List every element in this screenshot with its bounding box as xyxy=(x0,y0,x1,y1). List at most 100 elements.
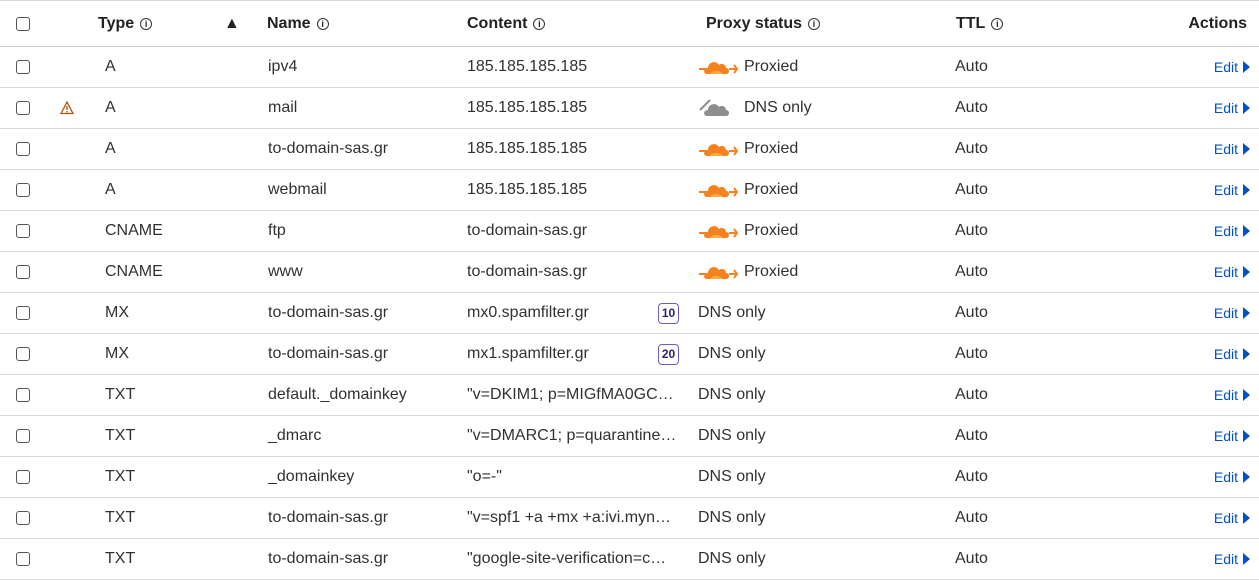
checkbox-box[interactable] xyxy=(16,142,30,156)
checkbox-box[interactable] xyxy=(16,511,30,525)
sort-ascending-icon[interactable]: ▲ xyxy=(224,1,240,46)
record-name: to-domain-sas.gr xyxy=(268,509,389,526)
select-all-checkbox[interactable] xyxy=(16,1,34,46)
chevron-right-icon[interactable] xyxy=(1243,307,1250,319)
edit-button[interactable]: Edit xyxy=(1214,498,1250,538)
row-checkbox[interactable] xyxy=(16,334,34,374)
checkbox-box[interactable] xyxy=(16,347,30,361)
column-header-ttl-label[interactable]: TTL xyxy=(956,15,985,33)
checkbox-box[interactable] xyxy=(16,388,30,402)
table-row[interactable]: MX to-domain-sas.gr mx0.spamfilter.gr 10 DNS… xyxy=(0,293,1259,334)
column-header-name[interactable]: Name i xyxy=(267,1,329,46)
table-row[interactable]: MX to-domain-sas.gr mx1.spamfilter.gr 20 DNS… xyxy=(0,334,1259,375)
edit-button[interactable]: Edit xyxy=(1214,129,1250,169)
edit-button[interactable]: Edit xyxy=(1214,211,1250,251)
edit-button-label[interactable]: Edit xyxy=(1214,510,1238,526)
edit-button-label[interactable]: Edit xyxy=(1214,100,1238,116)
table-row[interactable]: TXT _dmarc "v=DMARC1; p=quarantine… DNS onl… xyxy=(0,416,1259,457)
column-header-type[interactable]: Type i xyxy=(98,1,153,46)
edit-button-label[interactable]: Edit xyxy=(1214,305,1238,321)
edit-button[interactable]: Edit xyxy=(1214,416,1250,456)
chevron-right-icon[interactable] xyxy=(1243,471,1250,483)
row-checkbox[interactable] xyxy=(16,129,34,169)
chevron-right-icon[interactable] xyxy=(1243,102,1250,114)
row-checkbox[interactable] xyxy=(16,88,34,128)
row-checkbox[interactable] xyxy=(16,375,34,415)
info-icon[interactable]: i xyxy=(140,17,153,30)
edit-button[interactable]: Edit xyxy=(1214,375,1250,415)
chevron-right-icon[interactable] xyxy=(1243,389,1250,401)
table-row[interactable]: Ato-domain-sas.gr 185.185.185.185 Proxied A… xyxy=(0,129,1259,170)
checkbox-box[interactable] xyxy=(16,552,30,566)
edit-button-label[interactable]: Edit xyxy=(1214,264,1238,280)
row-checkbox[interactable] xyxy=(16,539,34,579)
row-checkbox[interactable] xyxy=(16,457,34,497)
row-checkbox[interactable] xyxy=(16,47,34,87)
table-row[interactable]: CNAME ftp to-domain-sas.gr Proxied Auto Edit xyxy=(0,211,1259,252)
table-row[interactable]: TXT default._domainkey "v=DKIM1; p=MIGfMA0… xyxy=(0,375,1259,416)
proxy-status: DNS only xyxy=(698,416,766,456)
chevron-right-icon[interactable] xyxy=(1243,143,1250,155)
column-header-ttl[interactable]: TTL i xyxy=(956,1,1004,46)
table-row[interactable]: TXT _domainkey "o=-" DNS only Auto Edit xyxy=(0,457,1259,498)
checkbox-box[interactable] xyxy=(16,224,30,238)
row-checkbox[interactable] xyxy=(16,211,34,251)
checkbox-box[interactable] xyxy=(16,306,30,320)
proxy-status: DNS only xyxy=(698,88,812,128)
column-header-content-label[interactable]: Content xyxy=(467,15,527,33)
edit-button-label[interactable]: Edit xyxy=(1214,346,1238,362)
checkbox-box[interactable] xyxy=(16,16,30,31)
info-icon[interactable]: i xyxy=(316,17,329,30)
column-header-proxy-status-label[interactable]: Proxy status xyxy=(706,15,802,33)
edit-button-label[interactable]: Edit xyxy=(1214,469,1238,485)
edit-button-label[interactable]: Edit xyxy=(1214,551,1238,567)
chevron-right-icon[interactable] xyxy=(1243,61,1250,73)
chevron-right-icon[interactable] xyxy=(1243,225,1250,237)
chevron-right-icon[interactable] xyxy=(1243,266,1250,278)
checkbox-box[interactable] xyxy=(16,101,30,115)
info-icon[interactable]: i xyxy=(991,17,1004,30)
edit-button[interactable]: Edit xyxy=(1214,252,1250,292)
table-row[interactable]: CNAME www to-domain-sas.gr Proxied Auto Edit xyxy=(0,252,1259,293)
chevron-right-icon[interactable] xyxy=(1243,348,1250,360)
chevron-right-icon[interactable] xyxy=(1243,184,1250,196)
edit-button[interactable]: Edit xyxy=(1214,334,1250,374)
chevron-right-icon[interactable] xyxy=(1243,512,1250,524)
column-header-content[interactable]: Content i xyxy=(467,1,546,46)
chevron-right-icon[interactable] xyxy=(1243,430,1250,442)
table-row[interactable]: Aipv4 185.185.185.185 Proxied Auto Edit xyxy=(0,47,1259,88)
checkbox-box[interactable] xyxy=(16,470,30,484)
edit-button-label[interactable]: Edit xyxy=(1214,182,1238,198)
edit-button[interactable]: Edit xyxy=(1214,539,1250,579)
column-header-name-label[interactable]: Name xyxy=(267,15,311,33)
edit-button-label[interactable]: Edit xyxy=(1214,141,1238,157)
edit-button[interactable]: Edit xyxy=(1214,293,1250,333)
table-row[interactable]: TXT to-domain-sas.gr "google-site-verifica… xyxy=(0,539,1259,580)
checkbox-box[interactable] xyxy=(16,265,30,279)
row-checkbox[interactable] xyxy=(16,498,34,538)
row-checkbox[interactable] xyxy=(16,416,34,456)
edit-button-label[interactable]: Edit xyxy=(1214,387,1238,403)
column-header-type-label[interactable]: Type xyxy=(98,15,134,33)
table-row[interactable]: Awebmail 185.185.185.185 Proxied Auto Edit xyxy=(0,170,1259,211)
row-checkbox[interactable] xyxy=(16,293,34,333)
checkbox-box[interactable] xyxy=(16,60,30,74)
checkbox-box[interactable] xyxy=(16,429,30,443)
row-checkbox[interactable] xyxy=(16,170,34,210)
info-icon[interactable]: i xyxy=(808,17,821,30)
edit-button-label[interactable]: Edit xyxy=(1214,428,1238,444)
edit-button-label[interactable]: Edit xyxy=(1214,59,1238,75)
checkbox-box[interactable] xyxy=(16,183,30,197)
edit-button[interactable]: Edit xyxy=(1214,88,1250,128)
edit-button[interactable]: Edit xyxy=(1214,457,1250,497)
row-checkbox[interactable] xyxy=(16,252,34,292)
table-row[interactable]: Amail 185.185.185.185 DNS only Auto Edit xyxy=(0,88,1259,129)
column-header-proxy-status[interactable]: Proxy status i xyxy=(706,1,821,46)
record-content-text: mx1.spamfilter.gr xyxy=(467,345,589,362)
info-icon[interactable]: i xyxy=(533,17,546,30)
edit-button[interactable]: Edit xyxy=(1214,47,1250,87)
chevron-right-icon[interactable] xyxy=(1243,553,1250,565)
edit-button-label[interactable]: Edit xyxy=(1214,223,1238,239)
table-row[interactable]: TXT to-domain-sas.gr "v=spf1 +a +mx +a:ivi… xyxy=(0,498,1259,539)
edit-button[interactable]: Edit xyxy=(1214,170,1250,210)
